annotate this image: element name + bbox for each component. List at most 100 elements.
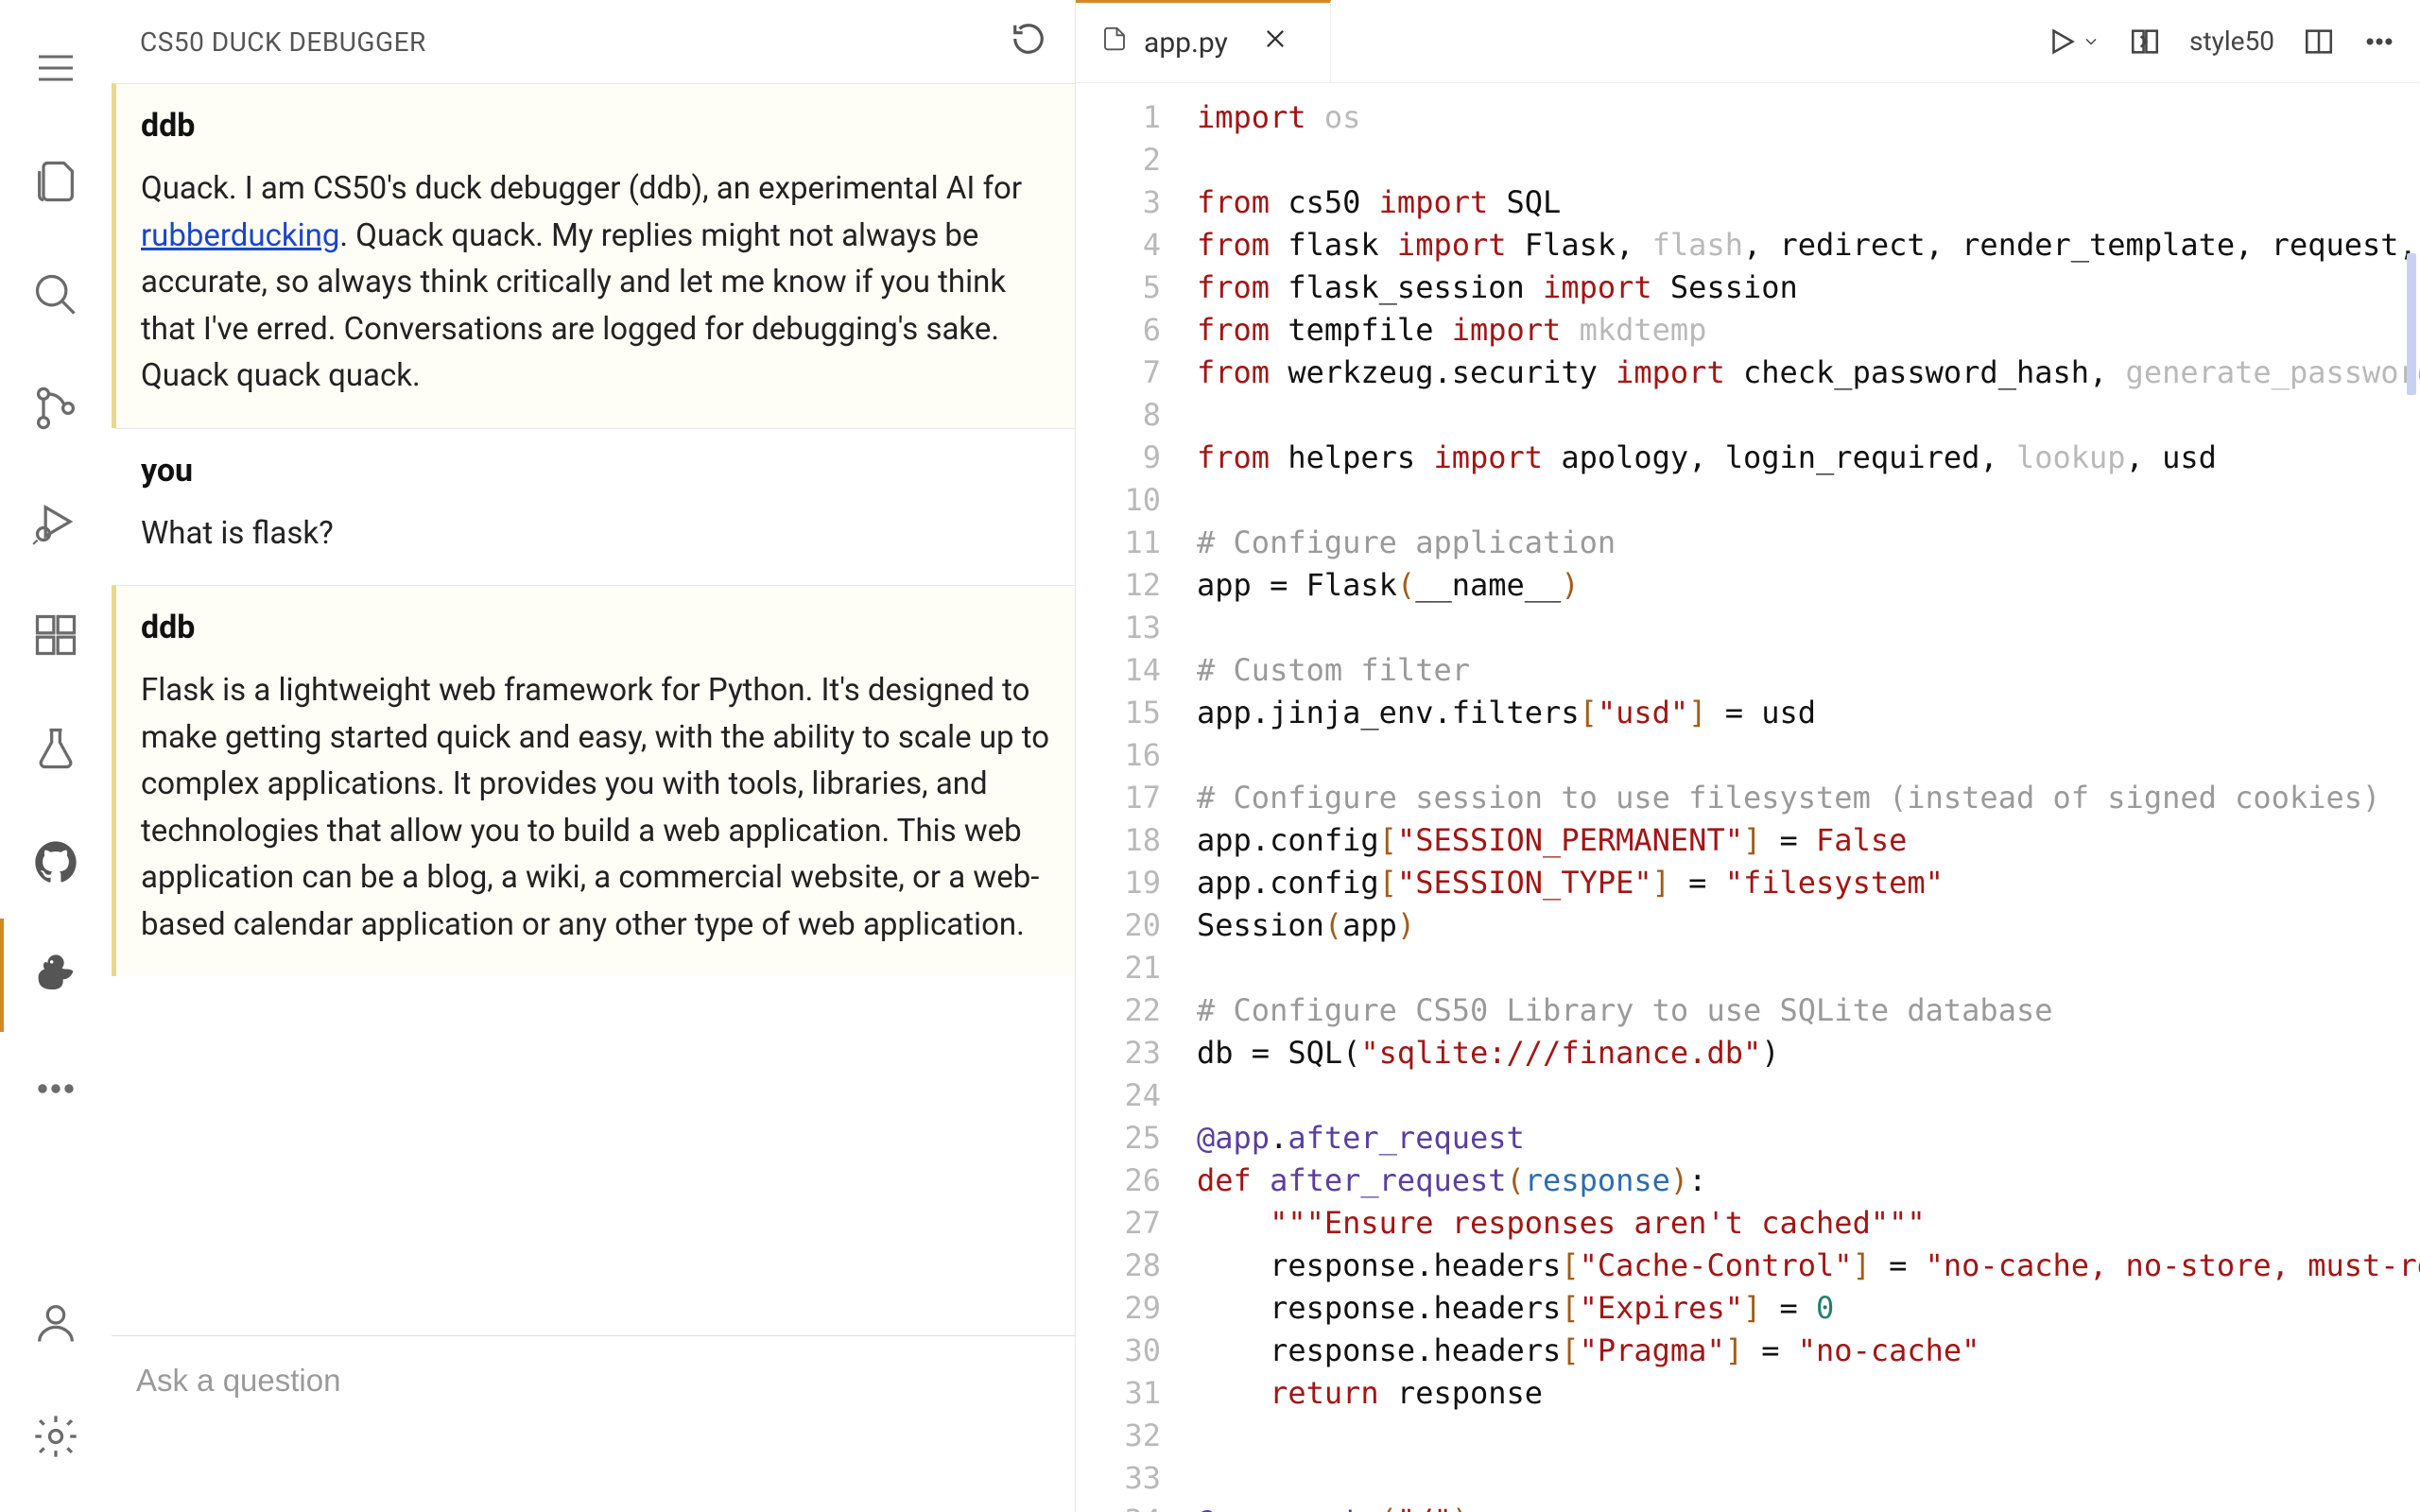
line-number: 28 [1076,1245,1161,1287]
ellipsis-icon[interactable] [0,1032,112,1145]
code-line[interactable] [1197,947,2420,989]
source-control-icon[interactable] [0,352,112,465]
line-number: 2 [1076,139,1161,181]
line-number: 23 [1076,1032,1161,1074]
code-line[interactable]: # Configure CS50 Library to use SQLite d… [1197,989,2420,1032]
code-content[interactable]: import os from cs50 import SQLfrom flask… [1180,83,2420,1512]
code-editor[interactable]: 1234567891011121314151617181920212223242… [1076,83,2420,1512]
code-line[interactable]: response.headers["Pragma"] = "no-cache" [1197,1330,2420,1372]
style50-button[interactable]: style50 [2189,26,2274,57]
code-line[interactable] [1197,1415,2420,1457]
line-number: 21 [1076,947,1161,989]
message-author: you [141,452,1050,490]
code-line[interactable]: from cs50 import SQL [1197,181,2420,224]
compare-icon[interactable] [2129,26,2161,58]
line-number: 7 [1076,352,1161,394]
code-line[interactable]: from flask import Flask, flash, redirect… [1197,224,2420,266]
code-line[interactable]: from tempfile import mkdtemp [1197,309,2420,352]
menu-icon[interactable] [0,11,112,125]
code-line[interactable]: """Ensure responses aren't cached""" [1197,1202,2420,1245]
line-number: 16 [1076,734,1161,777]
code-line[interactable] [1197,394,2420,437]
code-line[interactable]: response.headers["Expires"] = 0 [1197,1287,2420,1330]
file-icon [1100,25,1129,60]
line-number: 26 [1076,1160,1161,1202]
code-line[interactable]: # Configure session to use filesystem (i… [1197,777,2420,819]
line-number: 6 [1076,309,1161,352]
code-line[interactable]: Session(app) [1197,904,2420,947]
settings-gear-icon[interactable] [0,1380,112,1493]
run-button[interactable] [2046,26,2100,58]
code-line[interactable]: def after_request(response): [1197,1160,2420,1202]
code-line[interactable]: from flask_session import Session [1197,266,2420,309]
line-number: 33 [1076,1457,1161,1500]
ask-input[interactable] [136,1363,1050,1399]
minimap-indicator[interactable] [2407,253,2416,395]
line-number: 22 [1076,989,1161,1032]
code-line[interactable] [1197,1457,2420,1500]
chat-messages: ddb Quack. I am CS50's duck debugger (dd… [112,83,1075,1335]
message-body: What is flask? [141,510,1050,558]
line-number: 30 [1076,1330,1161,1372]
account-icon[interactable] [0,1266,112,1380]
line-number: 17 [1076,777,1161,819]
github-icon[interactable] [0,805,112,919]
chat-message-ddb: ddb Flask is a lightweight web framework… [112,585,1075,976]
code-line[interactable] [1197,734,2420,777]
panel-title: CS50 DUCK DEBUGGER [140,26,1011,58]
code-line[interactable]: # Configure application [1197,522,2420,564]
code-line[interactable] [1197,139,2420,181]
panel-header: CS50 DUCK DEBUGGER [112,0,1075,83]
code-line[interactable]: return response [1197,1372,2420,1415]
code-line[interactable]: response.headers["Cache-Control"] = "no-… [1197,1245,2420,1287]
line-number: 14 [1076,649,1161,692]
close-tab-button[interactable] [1262,26,1288,60]
code-line[interactable]: # Custom filter [1197,649,2420,692]
code-line[interactable]: @app.after_request [1197,1117,2420,1160]
activity-bar [0,0,112,1512]
editor-area: app.py style50 [1076,0,2420,1512]
code-line[interactable]: from helpers import apology, login_requi… [1197,437,2420,479]
line-number: 25 [1076,1117,1161,1160]
code-line[interactable]: app.config["SESSION_TYPE"] = "filesystem… [1197,862,2420,904]
line-number: 18 [1076,819,1161,862]
code-line[interactable] [1197,1074,2420,1117]
line-number: 4 [1076,224,1161,266]
code-line[interactable]: app.jinja_env.filters["usd"] = usd [1197,692,2420,734]
more-actions-icon[interactable] [2363,26,2395,58]
tab-app-py[interactable]: app.py [1076,0,1331,82]
line-number: 11 [1076,522,1161,564]
code-line[interactable] [1197,479,2420,522]
line-number: 1 [1076,96,1161,139]
line-number: 32 [1076,1415,1161,1457]
line-number: 12 [1076,564,1161,607]
flask-icon[interactable] [0,692,112,805]
rubberducking-link[interactable]: rubberducking [141,217,339,254]
search-icon[interactable] [0,238,112,352]
line-number: 3 [1076,181,1161,224]
split-editor-icon[interactable] [2303,26,2335,58]
line-number: 29 [1076,1287,1161,1330]
ask-input-container [112,1335,1075,1512]
code-line[interactable]: import os [1197,96,2420,139]
line-number: 34 [1076,1500,1161,1512]
line-number: 19 [1076,862,1161,904]
line-number: 31 [1076,1372,1161,1415]
editor-actions: style50 [2021,0,2420,82]
code-line[interactable] [1197,607,2420,649]
reset-button[interactable] [1011,21,1046,63]
line-number: 15 [1076,692,1161,734]
explorer-icon[interactable] [0,125,112,238]
code-line[interactable]: db = SQL("sqlite:///finance.db") [1197,1032,2420,1074]
code-line[interactable]: app.config["SESSION_PERMANENT"] = False [1197,819,2420,862]
code-line[interactable]: @app.route("/") [1197,1500,2420,1512]
duck-icon[interactable] [0,919,112,1032]
run-debug-icon[interactable] [0,465,112,578]
duck-debugger-panel: CS50 DUCK DEBUGGER ddb Quack. I am CS50'… [112,0,1076,1512]
code-line[interactable]: app = Flask(__name__) [1197,564,2420,607]
code-line[interactable]: from werkzeug.security import check_pass… [1197,352,2420,394]
line-number: 5 [1076,266,1161,309]
chat-message-ddb: ddb Quack. I am CS50's duck debugger (dd… [112,83,1075,428]
line-number: 27 [1076,1202,1161,1245]
extensions-icon[interactable] [0,578,112,692]
